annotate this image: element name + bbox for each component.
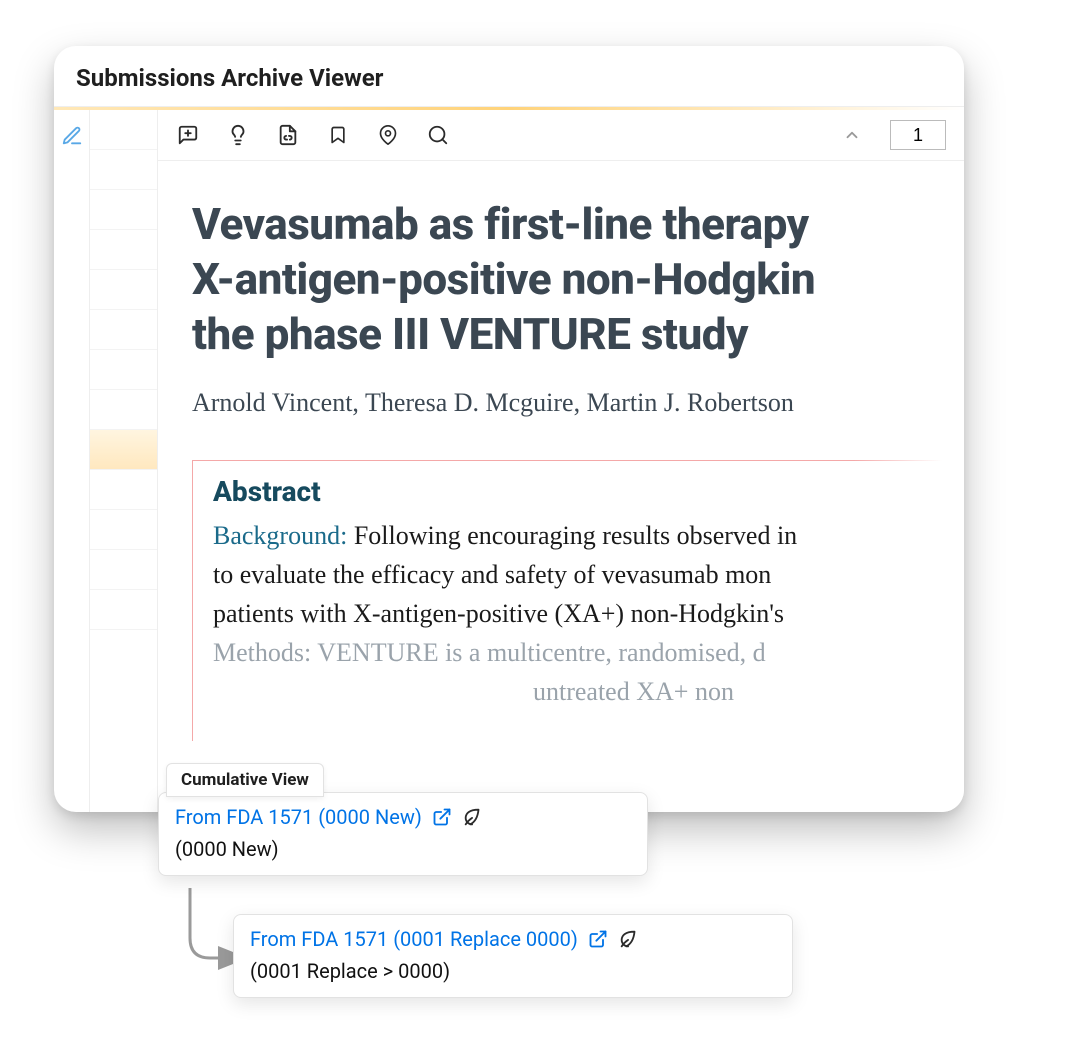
leaf-icon [618,928,640,950]
list-item[interactable] [90,270,157,310]
lifecycle-status: (0001 Replace > 0000) [250,959,776,983]
title-line: Vevasumab as first-line therapy [192,197,964,252]
list-item[interactable] [90,390,157,430]
title-line: X-antigen-positive non-Hodgkin [192,252,964,307]
abstract-text: Following encouraging results observed i… [347,521,797,550]
abstract-text: to evaluate the efficacy and safety of v… [213,555,943,594]
search-icon[interactable] [426,123,450,147]
list-item[interactable] [90,350,157,390]
page-number-input[interactable] [890,120,946,150]
external-link-icon[interactable] [432,807,452,827]
viewer-window: Submissions Archive Viewer [54,46,964,812]
lifecycle-card-replace: From FDA 1571 (0001 Replace 0000) (0001 … [233,914,793,998]
toolbar [158,110,964,161]
abstract-label: Background: [213,521,347,550]
window-title: Submissions Archive Viewer [54,46,964,107]
bookmark-icon[interactable] [326,123,350,147]
title-line: the phase III VENTURE study [192,307,964,362]
document-authors: Arnold Vincent, Theresa D. Mcguire, Mart… [192,388,964,418]
lightbulb-icon[interactable] [226,123,250,147]
abstract-heading: Abstract [213,475,943,508]
leaf-icon [462,806,484,828]
left-rail [54,110,90,812]
list-item[interactable] [90,110,157,150]
abstract-text: VENTURE is a multicentre, randomised, d [311,638,765,667]
abstract-label: Methods: [213,638,311,667]
content-row: Vevasumab as first-line therapy X-antige… [54,110,964,812]
list-item-selected[interactable] [90,430,157,470]
list-item[interactable] [90,550,157,590]
lifecycle-link[interactable]: From FDA 1571 (0000 New) [175,805,422,829]
chevron-up-icon[interactable] [840,123,864,147]
abstract-text: patients with X-antigen-positive (XA+) n… [213,594,943,633]
external-link-icon[interactable] [588,929,608,949]
list-item[interactable] [90,310,157,350]
main-area: Vevasumab as first-line therapy X-antige… [158,110,964,812]
list-item[interactable] [90,190,157,230]
abstract-body: Background: Following encouraging result… [213,516,943,711]
list-item[interactable] [90,510,157,550]
file-link-icon[interactable] [276,123,300,147]
thumbnail-sidebar [90,110,158,812]
cumulative-view-label: Cumulative View [166,763,324,797]
lifecycle-link[interactable]: From FDA 1571 (0001 Replace 0000) [250,927,578,951]
abstract-text: untreated XA+ non [533,677,734,706]
lifecycle-card-original: From FDA 1571 (0000 New) (0000 New) [158,792,648,876]
lifecycle-status: (0000 New) [175,837,631,861]
pencil-icon[interactable] [60,124,84,148]
map-pin-icon[interactable] [376,123,400,147]
comment-add-icon[interactable] [176,123,200,147]
list-item[interactable] [90,470,157,510]
list-item[interactable] [90,230,157,270]
document-title: Vevasumab as first-line therapy X-antige… [192,197,964,362]
list-item[interactable] [90,150,157,190]
abstract-box: Abstract Background: Following encouragi… [192,460,964,741]
list-item[interactable] [90,590,157,630]
document-viewport[interactable]: Vevasumab as first-line therapy X-antige… [158,161,964,812]
